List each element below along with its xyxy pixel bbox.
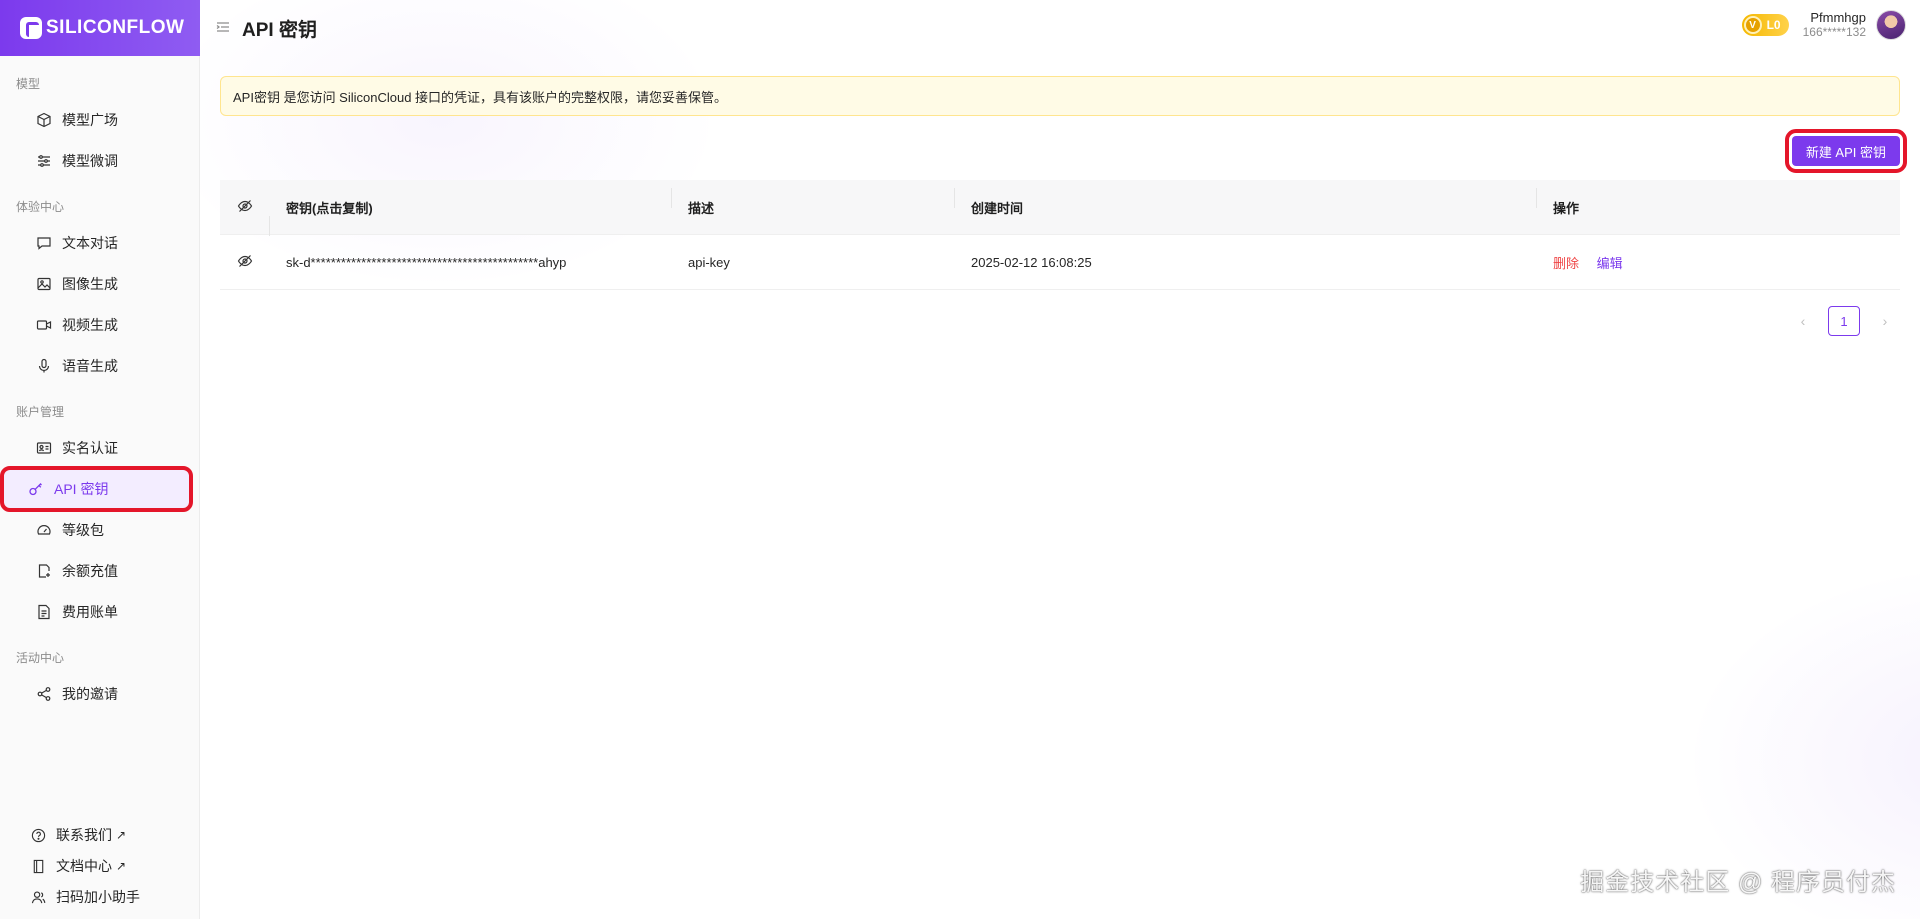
section-title-activity: 活动中心 xyxy=(16,651,65,665)
api-keys-table: 密钥(点击复制) 描述 创建时间 操作 sk-d****************… xyxy=(220,180,1900,290)
sidebar-item-voice-gen[interactable]: 语音生成 xyxy=(8,347,191,385)
page-number[interactable]: 1 xyxy=(1828,306,1860,336)
recharge-icon xyxy=(36,563,52,579)
header-actions: 操作 xyxy=(1553,200,1580,216)
share-icon xyxy=(36,686,52,702)
key-icon xyxy=(28,481,44,497)
top-bar: API 密钥 xyxy=(200,0,1920,56)
sidebar-item-label: 文档中心 xyxy=(56,858,112,874)
notice-banner: API密钥 是您访问 SiliconCloud 接口的凭证，具有该账户的完整权限… xyxy=(220,76,1900,116)
level-label: L0 xyxy=(1766,18,1781,32)
sidebar-item-label: 我的邀请 xyxy=(62,686,118,702)
sidebar: SILICONFLOW 模型 模型广场 模型微调 体验中心 文本对话 图像生成 … xyxy=(0,0,200,919)
sidebar-bottom-links: 联系我们 ↗ 文档中心 ↗ 扫码加小助手 xyxy=(0,819,200,913)
next-page-icon[interactable]: › xyxy=(1870,306,1900,336)
sidebar-item-label: 文本对话 xyxy=(62,235,118,251)
sidebar-item-real-name[interactable]: 实名认证 xyxy=(8,429,191,467)
external-link-icon: ↗ xyxy=(116,859,127,873)
logo-icon xyxy=(20,17,42,39)
header-time: 创建时间 xyxy=(955,187,1537,217)
sidebar-item-level-package[interactable]: 等级包 xyxy=(8,511,191,549)
sidebar-item-contact-us[interactable]: 联系我们 ↗ xyxy=(8,820,192,850)
section-title-account: 账户管理 xyxy=(16,405,65,419)
row-actions: 删除 编辑 xyxy=(1537,253,1900,272)
cube-icon xyxy=(36,112,52,128)
prev-page-icon[interactable]: ‹ xyxy=(1788,306,1818,336)
table-row: sk-d************************************… xyxy=(220,235,1900,290)
api-key-value[interactable]: sk-d************************************… xyxy=(270,255,672,270)
sidebar-item-label: 图像生成 xyxy=(62,276,118,292)
sidebar-item-video-gen[interactable]: 视频生成 xyxy=(8,306,191,344)
pagination: ‹ 1 › xyxy=(1788,306,1900,336)
gauge-icon xyxy=(36,522,52,538)
table-header: 密钥(点击复制) 描述 创建时间 操作 xyxy=(220,180,1900,236)
help-icon xyxy=(30,827,46,843)
edit-link[interactable]: 编辑 xyxy=(1597,256,1623,271)
user-area: V L0 Pfmmhgp 166*****132 xyxy=(1741,10,1906,40)
user-icon xyxy=(30,889,46,905)
avatar[interactable] xyxy=(1876,10,1906,40)
delete-link[interactable]: 删除 xyxy=(1553,256,1579,271)
header-key: 密钥(点击复制) xyxy=(270,187,672,217)
sidebar-item-billing[interactable]: 费用账单 xyxy=(8,593,191,631)
sidebar-item-label: 视频生成 xyxy=(62,317,118,333)
user-info[interactable]: Pfmmhgp 166*****132 xyxy=(1802,10,1866,40)
sidebar-item-label: 模型广场 xyxy=(62,112,118,128)
sidebar-item-image-gen[interactable]: 图像生成 xyxy=(8,265,191,303)
id-card-icon xyxy=(36,440,52,456)
watermark: 掘金技术社区 @ 程序员付杰 xyxy=(1580,869,1896,896)
menu-collapse-icon[interactable] xyxy=(216,20,232,36)
section-title-experience: 体验中心 xyxy=(16,200,65,214)
external-link-icon: ↗ xyxy=(116,828,127,842)
sidebar-item-label: 扫码加小助手 xyxy=(56,889,140,905)
section-title-models: 模型 xyxy=(16,77,41,91)
sidebar-item-recharge[interactable]: 余额充值 xyxy=(8,552,191,590)
eye-off-icon xyxy=(237,253,253,272)
sidebar-item-label: 费用账单 xyxy=(62,604,118,620)
sidebar-item-label: 等级包 xyxy=(62,522,104,538)
sidebar-item-label: API 密钥 xyxy=(54,481,109,497)
user-name: Pfmmhgp xyxy=(1810,10,1866,25)
vip-icon: V xyxy=(1743,16,1762,34)
sliders-icon xyxy=(36,153,52,169)
sidebar-item-label: 模型微调 xyxy=(62,153,118,169)
sidebar-item-label: 语音生成 xyxy=(62,358,118,374)
image-icon xyxy=(36,276,52,292)
header-desc: 描述 xyxy=(672,187,955,217)
sidebar-item-docs[interactable]: 文档中心 ↗ xyxy=(8,851,192,881)
toggle-visibility-all[interactable] xyxy=(220,198,270,236)
sidebar-item-assistant[interactable]: 扫码加小助手 xyxy=(8,882,192,912)
mic-icon xyxy=(36,358,52,374)
sidebar-item-text-chat[interactable]: 文本对话 xyxy=(8,224,191,262)
api-key-created: 2025-02-12 16:08:25 xyxy=(971,254,1092,270)
brand-name: SILICONFLOW xyxy=(46,17,185,38)
video-icon xyxy=(36,317,52,333)
sidebar-item-model-square[interactable]: 模型广场 xyxy=(8,101,191,139)
notice-text: API密钥 是您访问 SiliconCloud 接口的凭证，具有该账户的完整权限… xyxy=(233,89,728,105)
level-badge[interactable]: V L0 xyxy=(1741,14,1789,36)
page-title: API 密钥 xyxy=(242,19,317,41)
bill-icon xyxy=(36,604,52,620)
main-content: API 密钥 V L0 Pfmmhgp 166*****132 API密钥 是您… xyxy=(200,0,1920,919)
brand-logo[interactable]: SILICONFLOW xyxy=(0,0,200,56)
sidebar-item-fine-tune[interactable]: 模型微调 xyxy=(8,142,191,180)
sidebar-item-label: 联系我们 xyxy=(56,827,112,843)
new-api-key-button[interactable]: 新建 API 密钥 xyxy=(1784,129,1908,173)
toggle-visibility[interactable] xyxy=(220,253,270,272)
eye-off-icon xyxy=(237,198,253,217)
sidebar-item-label: 余额充值 xyxy=(62,563,118,579)
chat-icon xyxy=(36,235,52,251)
sidebar-item-invitations[interactable]: 我的邀请 xyxy=(8,675,191,713)
api-key-desc: api-key xyxy=(688,254,730,270)
sidebar-item-api-keys[interactable]: API 密钥 xyxy=(0,466,193,512)
user-phone: 166*****132 xyxy=(1802,25,1866,39)
book-icon xyxy=(30,858,46,874)
sidebar-item-label: 实名认证 xyxy=(62,440,118,456)
